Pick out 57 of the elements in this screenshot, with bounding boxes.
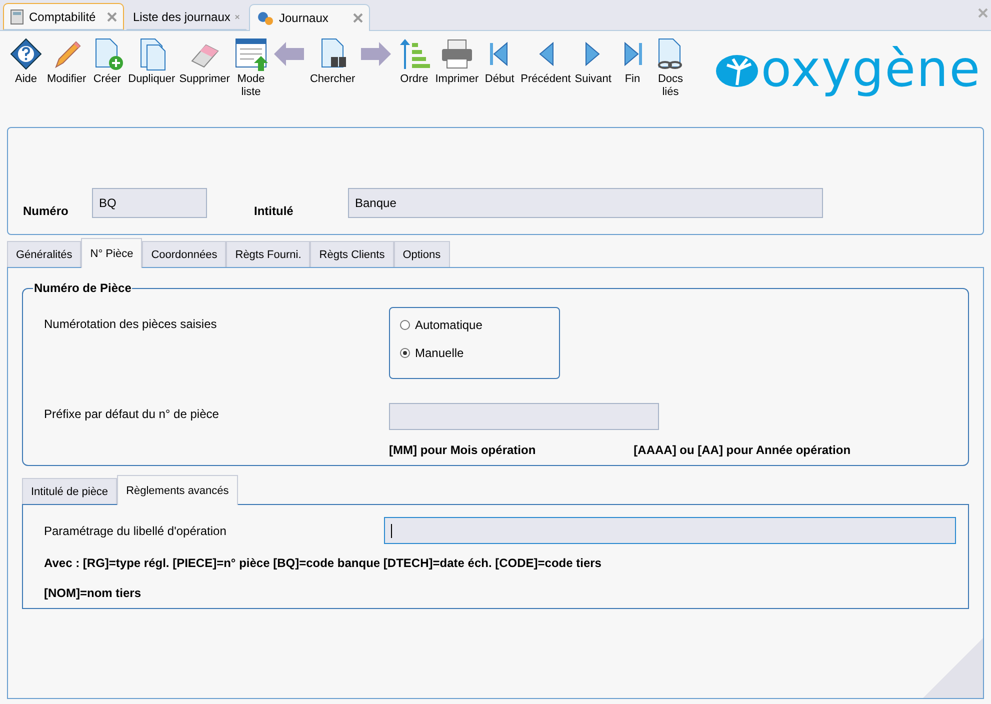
toolbar-button[interactable]: Créer bbox=[92, 73, 122, 86]
field-label: Numéro bbox=[23, 204, 70, 218]
tab-label: Comptabilité bbox=[29, 10, 97, 24]
tab[interactable]: Règts Clients bbox=[310, 241, 394, 267]
prefix-field[interactable] bbox=[389, 403, 659, 430]
tab-label: Journaux bbox=[279, 11, 330, 25]
tab[interactable]: Généralités bbox=[7, 241, 82, 267]
toolbar-button[interactable]: Début bbox=[484, 73, 515, 86]
field-label: Numérotation des pièces saisies bbox=[44, 317, 218, 333]
corner-decoration bbox=[923, 638, 983, 698]
tab[interactable]: Règlements avancés bbox=[117, 475, 238, 505]
document-tab[interactable]: Comptabilité bbox=[3, 3, 124, 30]
document-tab[interactable]: Liste des journaux bbox=[126, 3, 247, 30]
field-label: Préfixe par défaut du n° de pièce bbox=[44, 407, 220, 423]
toolbar-button[interactable]: Mode liste bbox=[236, 73, 266, 99]
close-icon[interactable] bbox=[978, 8, 988, 18]
toolbar-button[interactable]: Chercher bbox=[310, 73, 356, 86]
toolbar-button[interactable]: Imprimer bbox=[435, 73, 479, 86]
text-cursor bbox=[391, 524, 392, 538]
toolbar-button[interactable]: Modifier bbox=[47, 73, 86, 86]
tab-label: Liste des journaux bbox=[133, 10, 230, 24]
help-icon bbox=[9, 37, 43, 71]
radio-icon[interactable] bbox=[400, 348, 410, 358]
label-field[interactable] bbox=[384, 517, 956, 544]
note-text: [NOM]=nom tiers bbox=[44, 586, 142, 600]
number-field[interactable]: BQ bbox=[92, 188, 207, 218]
toolbar-button[interactable]: Dupliquer bbox=[128, 73, 176, 86]
tab[interactable]: Options bbox=[394, 241, 450, 267]
calculator-icon bbox=[10, 8, 24, 24]
close-icon[interactable] bbox=[107, 12, 117, 22]
radio-option[interactable]: Automatique bbox=[400, 318, 549, 332]
radio-icon[interactable] bbox=[400, 320, 410, 330]
toolbar-button[interactable]: Supprimer bbox=[179, 73, 230, 86]
printer-icon bbox=[440, 37, 474, 71]
tab[interactable]: Intitulé de pièce bbox=[22, 478, 118, 504]
toolbar-button[interactable]: Aide bbox=[11, 73, 41, 86]
toolbar-button[interactable]: Précédent bbox=[520, 73, 571, 86]
sort-icon bbox=[397, 37, 432, 71]
toolbar-button[interactable]: Docs liés bbox=[655, 73, 686, 99]
field-label: Paramétrage du libellé d'opération bbox=[44, 524, 228, 538]
radio-option[interactable]: Manuelle bbox=[400, 346, 549, 360]
hint-text: [AAAA] ou [AA] pour Année opération bbox=[634, 443, 851, 459]
tab[interactable]: Règts Fourni. bbox=[226, 241, 310, 267]
toolbar-button[interactable]: Fin bbox=[617, 73, 648, 86]
toolbar-button[interactable]: Ordre bbox=[399, 73, 430, 86]
list-view-icon bbox=[234, 37, 268, 71]
toolbar-button[interactable]: Suivant bbox=[574, 73, 612, 86]
title-field[interactable]: Banque bbox=[348, 188, 823, 218]
document-tab[interactable]: Journaux bbox=[249, 4, 370, 31]
tab[interactable]: N° Pièce bbox=[81, 238, 142, 268]
logo-text: oxygène bbox=[760, 43, 981, 95]
hint-text: [MM] pour Mois opération bbox=[389, 443, 536, 459]
note-text: Avec : [RG]=type régl. [PIECE]=n° pièce [BQ]=code banque [DTECH]=date éch. [CODE]=code tiers bbox=[44, 556, 602, 570]
group-title: Numéro de Pièce bbox=[33, 281, 132, 295]
field-label: Intitulé bbox=[254, 204, 294, 218]
close-icon[interactable] bbox=[353, 13, 363, 23]
tab[interactable]: Coordonnées bbox=[142, 241, 226, 267]
